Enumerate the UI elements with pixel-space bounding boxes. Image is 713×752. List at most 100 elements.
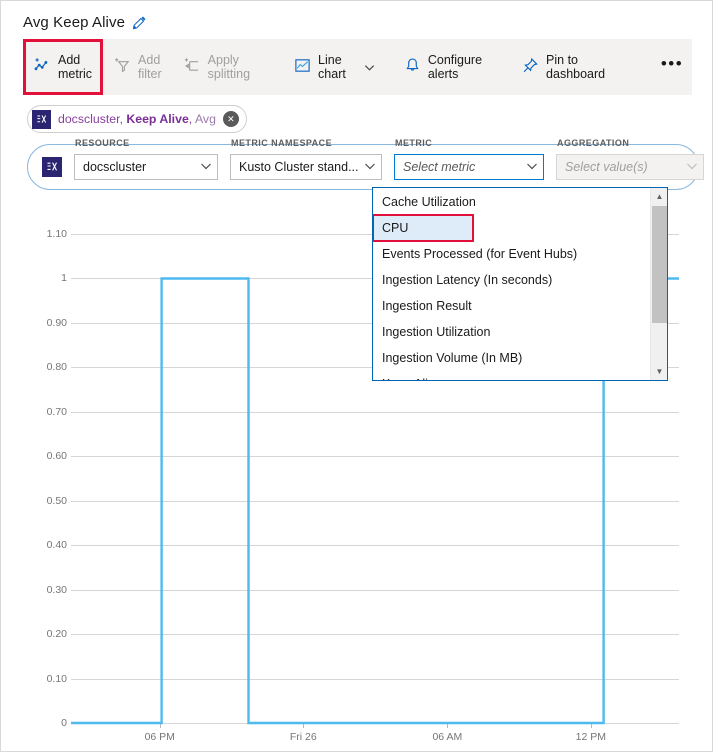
metric-label: METRIC: [395, 138, 433, 148]
metric-namespace-field: METRIC NAMESPACE Kusto Cluster stand...: [230, 138, 382, 180]
chart-title-row: Avg Keep Alive: [23, 9, 147, 35]
y-axis-tick-label: 0.40: [46, 539, 67, 552]
chevron-down-icon: [363, 159, 377, 176]
metric-option[interactable]: CPU: [373, 214, 474, 242]
chevron-down-icon: [685, 159, 699, 176]
metric-select[interactable]: Select metric: [394, 154, 544, 180]
resource-field: RESOURCE docscluster: [74, 138, 218, 180]
gridline: [71, 723, 679, 724]
y-axis-tick-label: 0: [61, 717, 67, 729]
metric-option[interactable]: Events Processed (for Event Hubs): [373, 241, 650, 267]
resource-select[interactable]: docscluster: [74, 154, 218, 180]
chevron-down-icon[interactable]: [357, 39, 383, 95]
gridline: [71, 500, 679, 502]
scrollbar-thumb[interactable]: [652, 206, 667, 323]
chevron-down-icon: [525, 159, 539, 176]
chevron-down-icon: [199, 159, 213, 176]
add-metric-button[interactable]: Add metric: [23, 39, 104, 95]
y-axis-tick-label: 1: [61, 272, 67, 285]
metrics-chart-panel: Avg Keep Alive Add metric Add filter App…: [0, 0, 713, 752]
metric-option[interactable]: Keep Alive: [373, 371, 650, 380]
triangle-down-icon[interactable]: ▼: [651, 363, 668, 380]
y-axis-tick-label: 0.80: [46, 361, 67, 374]
page-title: Avg Keep Alive: [23, 13, 126, 31]
aggregation-field: AGGREGATION Select value(s): [556, 138, 704, 180]
y-axis-tick-label: 0.90: [46, 316, 67, 329]
x-axis-tick-mark: [159, 723, 161, 728]
gridline: [71, 456, 679, 458]
add-metric-icon: [34, 57, 51, 77]
more-options-button[interactable]: •••: [652, 39, 692, 95]
metric-badge-icon: [32, 109, 51, 129]
x-axis-tick-label: 06 AM: [432, 731, 463, 743]
metric-option[interactable]: Ingestion Latency (In seconds): [373, 267, 650, 293]
y-axis-tick-label: 0.20: [46, 628, 67, 641]
metric-field: METRIC Select metric: [394, 138, 544, 180]
gridline: [71, 589, 679, 591]
metric-namespace-select[interactable]: Kusto Cluster stand...: [230, 154, 382, 180]
y-axis-tick-label: 0.50: [46, 494, 67, 507]
gridline: [71, 411, 679, 413]
metric-option-label: Ingestion Result: [382, 299, 472, 313]
metric-option-label: Ingestion Utilization: [382, 325, 491, 339]
line-chart-icon: [294, 57, 311, 77]
add-metric-label: Add metric: [58, 52, 93, 82]
x-axis-tick-label: 12 PM: [575, 731, 607, 743]
metric-option-label: Cache Utilization: [382, 195, 476, 209]
aggregation-select[interactable]: Select value(s): [556, 154, 704, 180]
metric-option[interactable]: Ingestion Result: [373, 293, 650, 319]
metric-option-label: Ingestion Volume (In MB): [382, 351, 523, 365]
metric-chip-label: docscluster, Keep Alive, Avg: [58, 112, 216, 126]
pin-to-dashboard-button[interactable]: Pin to dashboard: [511, 39, 616, 95]
metric-option-label: Events Processed (for Event Hubs): [382, 247, 578, 261]
gridline: [71, 634, 679, 636]
add-filter-icon: [114, 57, 131, 77]
chart-type-label: Line chart: [318, 52, 346, 82]
y-axis-tick-label: 0.60: [46, 450, 67, 463]
x-axis-tick-mark: [303, 723, 305, 728]
metric-option[interactable]: Ingestion Volume (In MB): [373, 345, 650, 371]
x-axis-tick-mark: [590, 723, 592, 728]
metric-chip[interactable]: docscluster, Keep Alive, Avg ✕: [27, 105, 247, 133]
y-axis-tick-label: 0.30: [46, 583, 67, 596]
dropdown-scrollbar[interactable]: ▲ ▼: [650, 188, 667, 380]
metric-option-label: CPU: [382, 221, 409, 235]
add-filter-button[interactable]: Add filter: [103, 39, 173, 95]
y-axis-tick-label: 1.10: [46, 228, 67, 240]
y-axis-tick-label: 0.10: [46, 672, 67, 685]
metric-option-label: Keep Alive: [382, 377, 441, 380]
resource-label: RESOURCE: [75, 138, 130, 148]
metric-namespace-label: METRIC NAMESPACE: [231, 138, 333, 148]
metric-option-label: Ingestion Latency (In seconds): [382, 273, 553, 287]
apply-splitting-label: Apply splitting: [207, 52, 251, 82]
chart-type-button[interactable]: Line chart: [283, 39, 357, 95]
metric-badge-icon: [42, 157, 62, 177]
x-axis-tick-mark: [447, 723, 449, 728]
pin-to-dashboard-label: Pin to dashboard: [546, 52, 606, 82]
aggregation-label: AGGREGATION: [557, 138, 630, 148]
metric-options-list: Cache Utilization CPU Events Processed (fo…: [373, 188, 650, 380]
pencil-icon[interactable]: [132, 15, 147, 30]
bell-icon: [404, 57, 421, 77]
metric-options-dropdown: Cache Utilization CPU Events Processed (fo…: [372, 187, 668, 381]
gridline: [71, 678, 679, 680]
aggregation-value: Select value(s): [565, 160, 648, 174]
gridline: [71, 545, 679, 547]
add-filter-label: Add filter: [138, 52, 162, 82]
close-icon[interactable]: ✕: [222, 111, 239, 127]
metric-option[interactable]: Cache Utilization: [373, 189, 650, 215]
y-axis-tick-label: 0.70: [46, 405, 67, 418]
x-axis-tick-label: Fri 26: [289, 731, 317, 743]
metric-namespace-value: Kusto Cluster stand...: [239, 160, 359, 174]
apply-splitting-button[interactable]: Apply splitting: [173, 39, 261, 95]
apply-splitting-icon: [184, 57, 201, 77]
chart-toolbar: Add metric Add filter Apply splitting Li…: [23, 39, 692, 95]
x-axis-tick-label: 06 PM: [144, 731, 175, 743]
pin-icon: [522, 57, 539, 77]
metric-option[interactable]: Ingestion Utilization: [373, 319, 650, 345]
metric-value: Select metric: [403, 160, 476, 174]
triangle-up-icon[interactable]: ▲: [651, 188, 668, 205]
metric-editor-panel: RESOURCE docscluster METRIC NAMESPACE Ku…: [27, 138, 704, 190]
configure-alerts-button[interactable]: Configure alerts: [393, 39, 493, 95]
resource-value: docscluster: [83, 160, 147, 174]
